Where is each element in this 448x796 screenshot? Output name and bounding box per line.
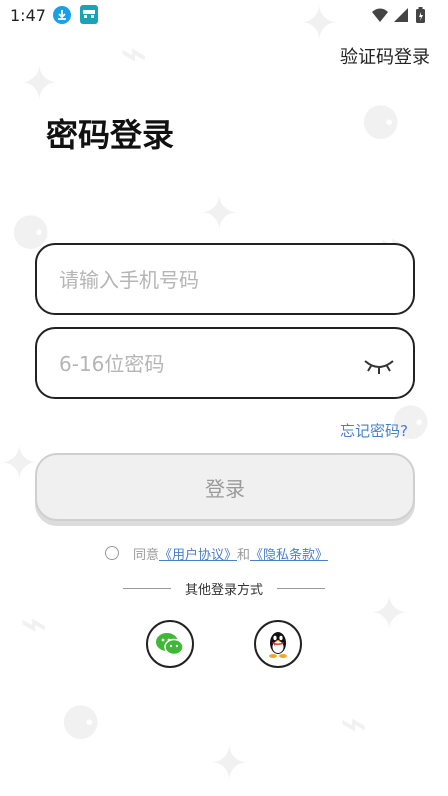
- agreement-radio[interactable]: [105, 546, 119, 560]
- phone-input[interactable]: [59, 263, 359, 297]
- qq-login-button[interactable]: [254, 620, 302, 668]
- password-field: [35, 327, 415, 399]
- forgot-password-link[interactable]: 忘记密码?: [340, 420, 408, 441]
- wechat-login-button[interactable]: [146, 620, 194, 668]
- agreement-row: 同意 《用户协议》 和 《隐私条款》: [105, 543, 328, 563]
- status-bar: 1:47: [0, 0, 448, 30]
- divider-line-right: [277, 588, 325, 589]
- password-input[interactable]: [59, 347, 359, 381]
- qq-icon: [269, 632, 287, 658]
- wechat-icon: [156, 633, 184, 656]
- user-agreement-link[interactable]: 《用户协议》: [159, 544, 237, 563]
- agreement-prefix: 同意: [133, 547, 160, 563]
- other-login-divider: 其他登录方式: [0, 579, 448, 598]
- phone-field: [35, 243, 415, 315]
- eye-closed-icon[interactable]: [363, 353, 395, 377]
- sms-login-link[interactable]: 验证码登录: [340, 43, 430, 69]
- privacy-policy-link[interactable]: 《隐私条款》: [250, 544, 328, 563]
- status-indicators-icon: [372, 7, 425, 23]
- agreement-and: 和: [237, 547, 251, 563]
- app-notification-icon: [80, 5, 98, 24]
- divider-line-left: [122, 588, 171, 589]
- download-icon: [53, 6, 71, 24]
- other-login-label: 其他登录方式: [184, 583, 263, 598]
- login-button[interactable]: 登录: [35, 453, 415, 521]
- status-time: 1:47: [10, 6, 46, 25]
- page-title: 密码登录: [46, 116, 175, 154]
